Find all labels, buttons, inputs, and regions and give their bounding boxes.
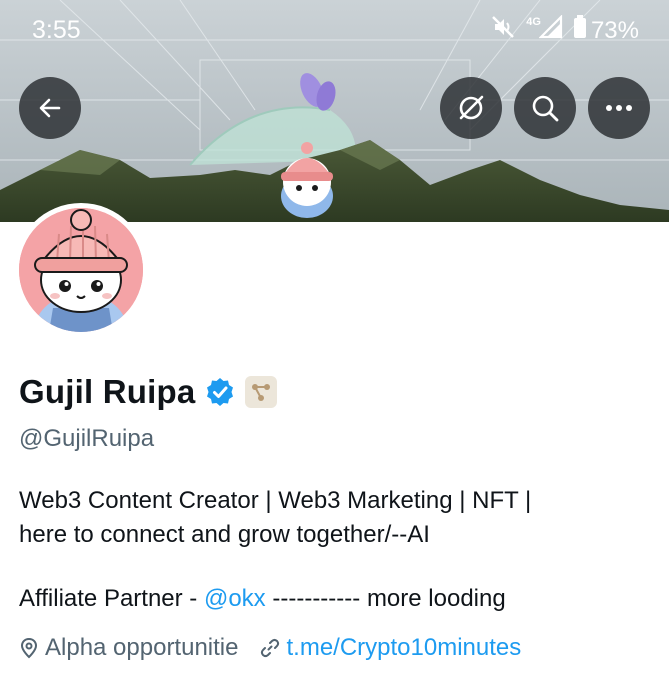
avatar-image xyxy=(19,208,143,332)
affiliate-badge-icon[interactable] xyxy=(245,376,278,408)
bio-line: Web3 Content Creator | Web3 Marketing | … xyxy=(19,487,532,514)
profile-bio: Web3 Content Creator | Web3 Marketing | … xyxy=(19,484,649,616)
search-icon xyxy=(532,95,559,122)
more-button[interactable] xyxy=(588,77,650,139)
name-row: Gujil Ruipa xyxy=(19,373,278,411)
battery-icon xyxy=(573,15,587,46)
display-name: Gujil Ruipa xyxy=(19,373,196,410)
username-handle: @GujilRuipa xyxy=(19,425,155,452)
grok-button[interactable] xyxy=(440,77,502,139)
mention-link[interactable]: @okx xyxy=(204,585,266,612)
avatar[interactable] xyxy=(14,203,148,337)
grok-icon xyxy=(459,95,484,120)
website-link[interactable]: t.me/Crypto10minutes xyxy=(286,634,521,662)
status-time: 3:55 xyxy=(32,16,81,44)
search-button[interactable] xyxy=(514,77,576,139)
more-icon xyxy=(606,105,632,111)
back-arrow-icon xyxy=(39,98,61,118)
bio-spacer xyxy=(19,552,649,582)
signal-icon xyxy=(538,14,563,46)
mute-icon xyxy=(490,14,516,47)
location: Alpha opportunitie xyxy=(19,634,238,662)
bio-line: Affiliate Partner - @okx ----------- mor… xyxy=(19,582,649,616)
battery-level: 73% xyxy=(590,16,639,44)
verified-badge-icon[interactable] xyxy=(205,377,235,407)
profile-meta: Alpha opportunitie t.me/Crypto10minutes xyxy=(19,634,543,662)
back-button[interactable] xyxy=(19,77,81,139)
profile-banner[interactable]: 3:55 4G 73% xyxy=(0,0,669,222)
bio-text: Affiliate Partner - xyxy=(19,585,204,612)
link-icon xyxy=(261,638,280,658)
status-bar: 3:55 4G 73% xyxy=(0,0,669,62)
status-indicators: 4G 73% xyxy=(490,14,639,47)
bio-text: ----------- more looding xyxy=(265,585,506,612)
bio-line: here to connect and grow together/--AI xyxy=(19,521,430,548)
location-pin-icon xyxy=(20,637,38,659)
website[interactable]: t.me/Crypto10minutes xyxy=(260,634,521,662)
location-text: Alpha opportunitie xyxy=(45,634,239,661)
network-type: 4G xyxy=(526,15,541,28)
